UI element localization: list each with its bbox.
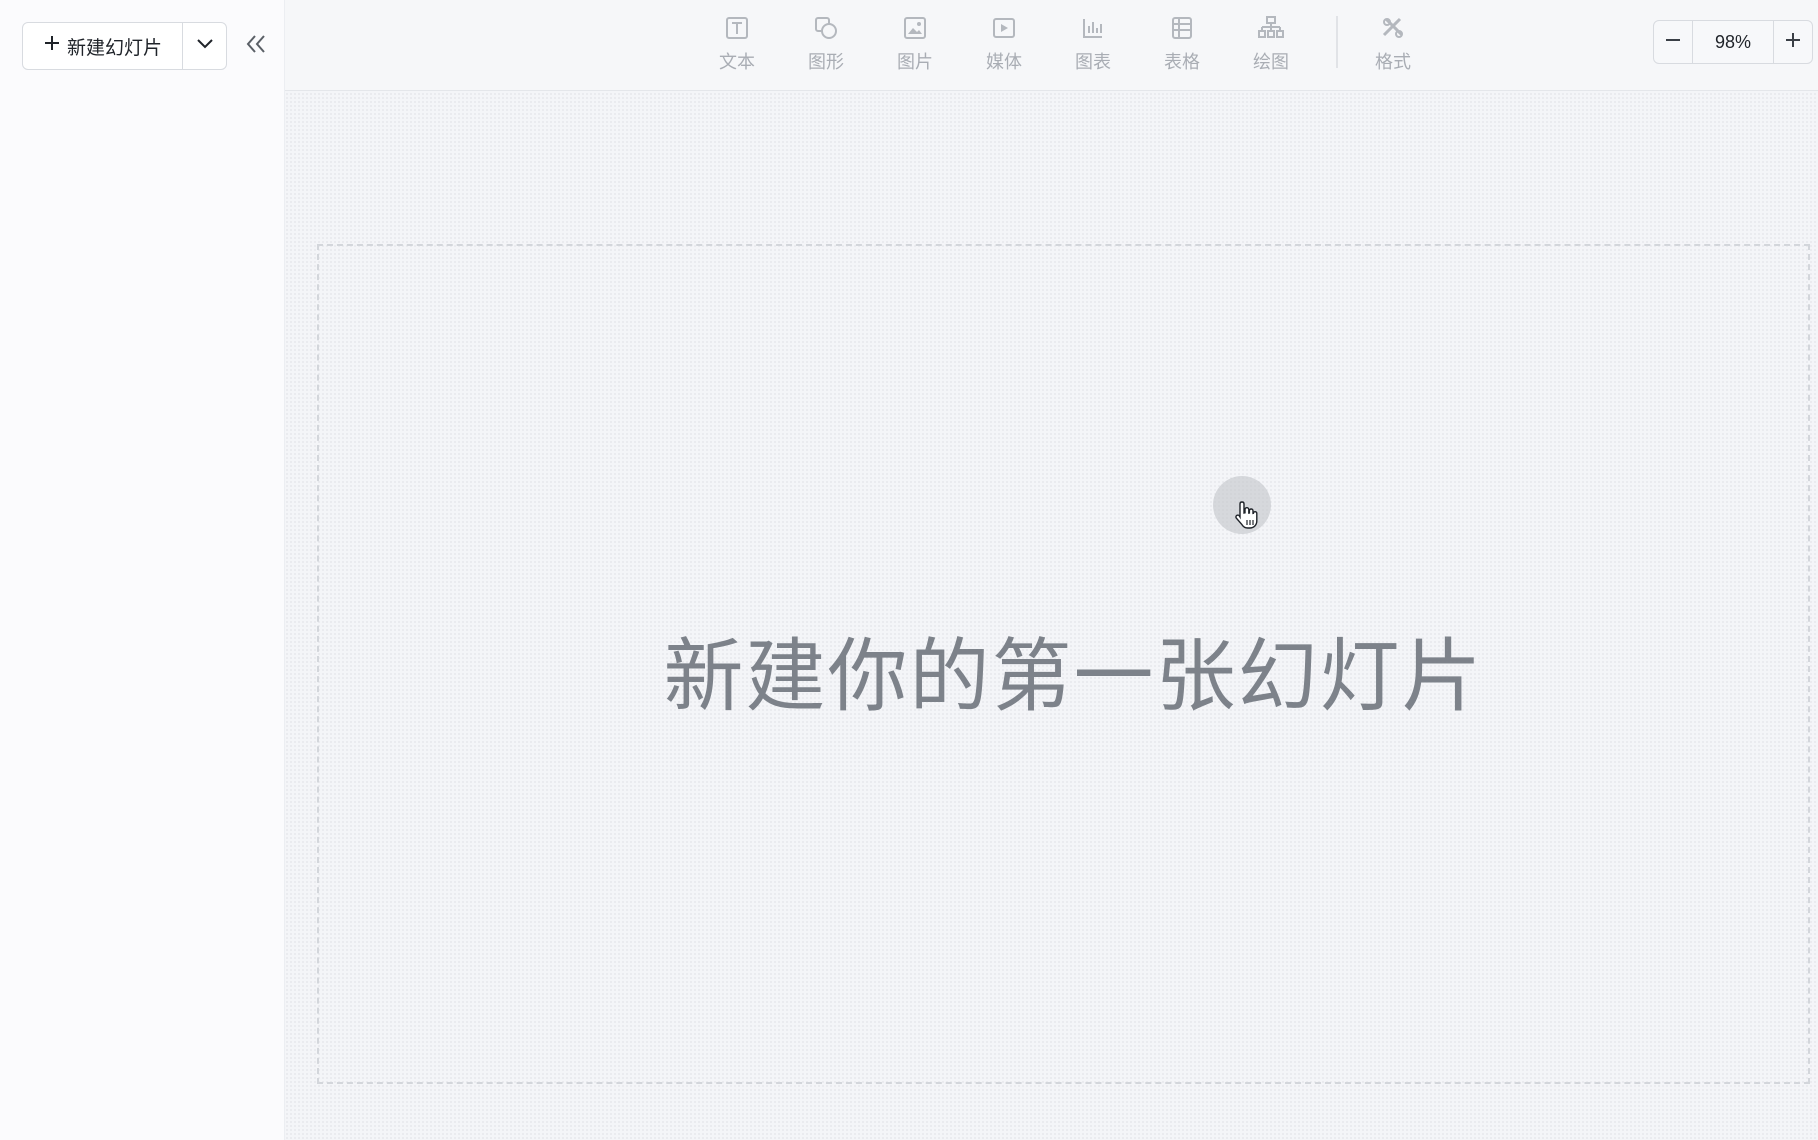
image-icon <box>901 14 929 42</box>
media-icon <box>990 14 1018 42</box>
zoom-out-button[interactable] <box>1654 21 1693 63</box>
minus-icon <box>1664 31 1682 54</box>
editor-main: 文本 图形 图片 媒体 图表 表格 绘图 格式 98% 新建你的第一张幻灯片 <box>285 0 1818 1140</box>
tool-diagram[interactable]: 绘图 <box>1236 14 1306 78</box>
tool-text-label: 文本 <box>719 52 755 72</box>
new-slide-dropdown-button[interactable] <box>183 23 226 69</box>
tool-media[interactable]: 媒体 <box>969 14 1039 78</box>
tool-table-label: 表格 <box>1164 52 1200 72</box>
double-chevron-left-icon <box>245 34 267 59</box>
tool-image[interactable]: 图片 <box>880 14 950 78</box>
new-slide-button-group: 新建幻灯片 <box>22 22 227 70</box>
tool-chart[interactable]: 图表 <box>1058 14 1128 78</box>
toolbar-divider <box>1336 16 1338 68</box>
placeholder-text: 新建你的第一张幻灯片 <box>663 632 1484 721</box>
tool-shape-label: 图形 <box>808 52 844 72</box>
app-window: 新建幻灯片 文本 图形 图片 媒体 图表 表格 绘图 格式 98% 新建你的第一… <box>0 0 1818 1140</box>
plus-icon <box>43 33 61 57</box>
chevron-down-icon <box>196 37 214 55</box>
insert-toolbar: 文本 图形 图片 媒体 图表 表格 绘图 格式 98% <box>285 0 1818 91</box>
new-slide-button[interactable]: 新建幻灯片 <box>23 23 183 69</box>
tool-chart-label: 图表 <box>1075 52 1111 72</box>
zoom-in-button[interactable] <box>1773 21 1812 63</box>
hand-pointer-icon <box>1235 500 1259 535</box>
diagram-icon <box>1257 14 1285 42</box>
tool-media-label: 媒体 <box>986 52 1022 72</box>
plus-icon <box>1784 31 1802 54</box>
new-slide-label: 新建幻灯片 <box>66 37 162 59</box>
collapse-sidebar-button[interactable] <box>240 30 272 62</box>
tool-format[interactable]: 格式 <box>1358 14 1428 78</box>
new-first-slide-placeholder[interactable]: 新建你的第一张幻灯片 <box>317 244 1810 1084</box>
chart-icon <box>1079 14 1107 42</box>
zoom-control: 98% <box>1653 20 1813 64</box>
shape-icon <box>812 14 840 42</box>
text-icon <box>723 14 751 42</box>
tool-text[interactable]: 文本 <box>702 14 772 78</box>
format-icon <box>1379 14 1407 42</box>
tool-image-label: 图片 <box>897 52 933 72</box>
zoom-level[interactable]: 98% <box>1693 21 1773 63</box>
slide-sidebar: 新建幻灯片 <box>0 0 285 1140</box>
tool-diagram-label: 绘图 <box>1253 52 1289 72</box>
tool-shape[interactable]: 图形 <box>791 14 861 78</box>
table-icon <box>1168 14 1196 42</box>
tool-format-label: 格式 <box>1375 52 1411 72</box>
tool-table[interactable]: 表格 <box>1147 14 1217 78</box>
